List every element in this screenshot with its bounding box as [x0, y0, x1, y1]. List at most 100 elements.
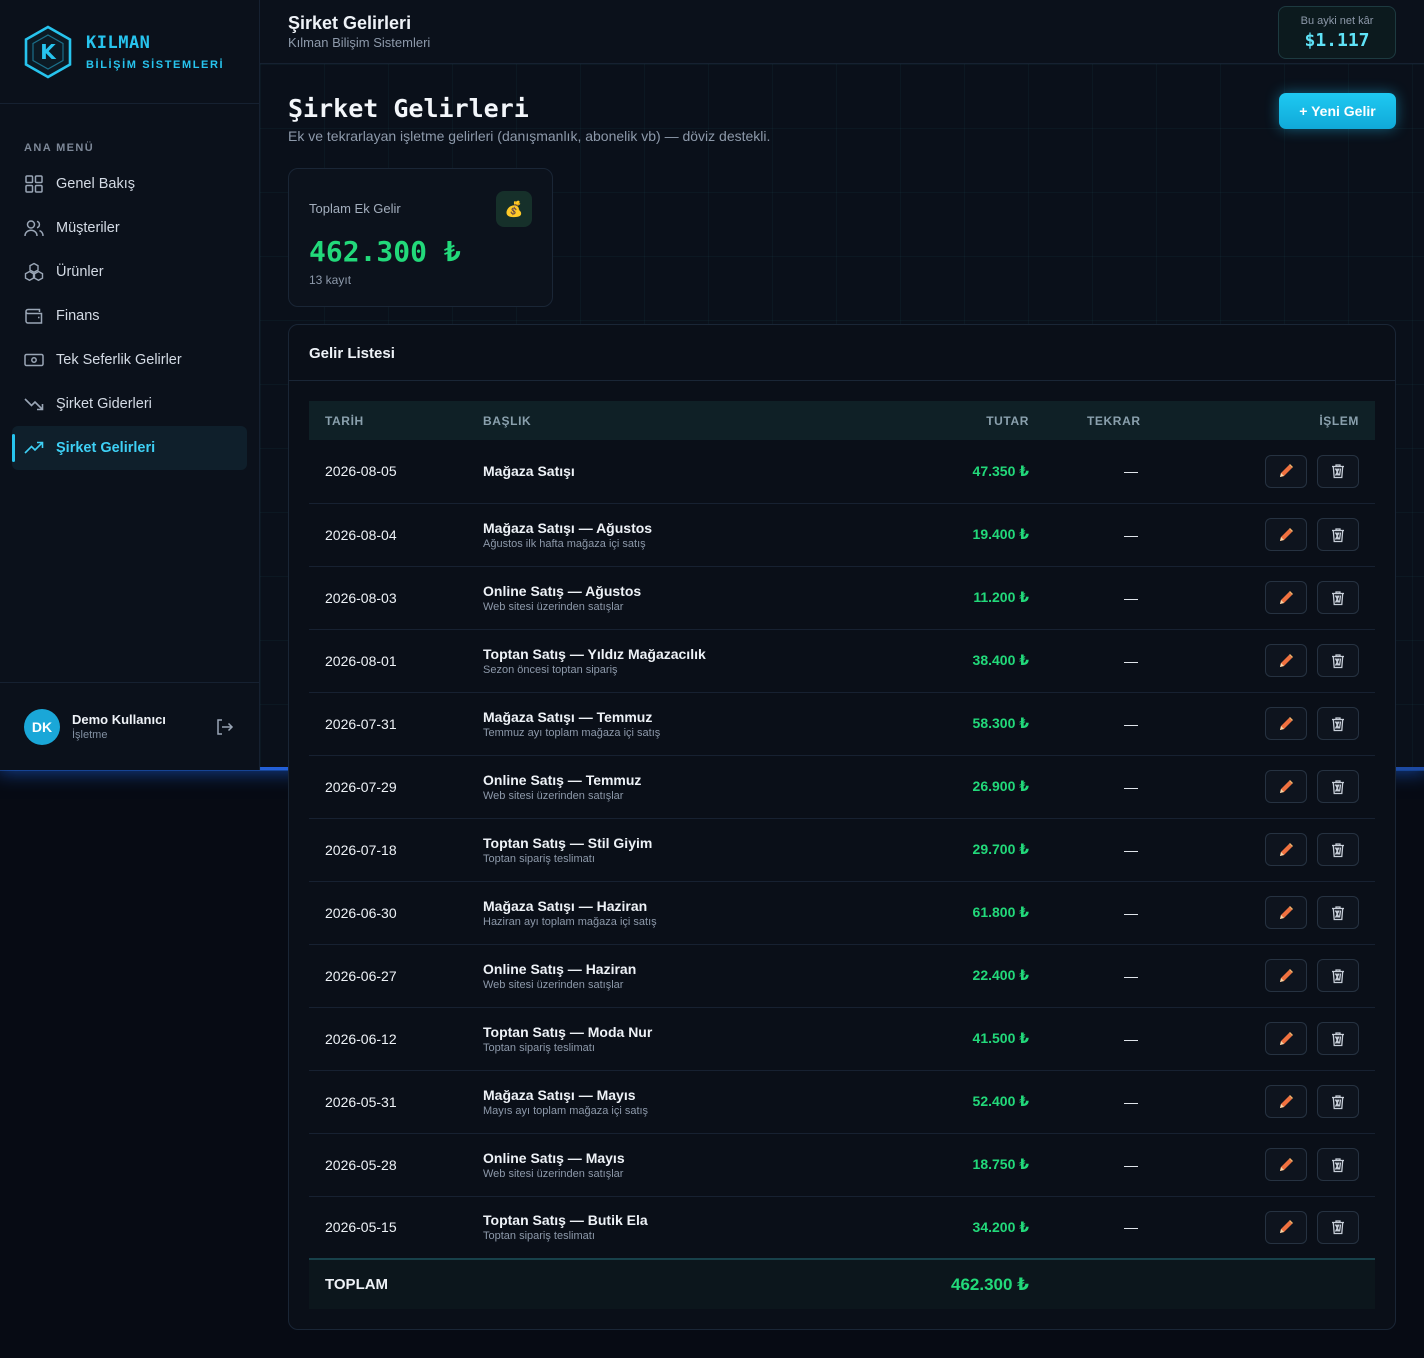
pencil-icon — [1280, 1031, 1294, 1045]
user-profile[interactable]: DK Demo Kullanıcı İşletme — [0, 682, 260, 770]
edit-button[interactable] — [1265, 896, 1308, 929]
sidebar-item-label: Finans — [56, 308, 100, 324]
income-title-cell: Mağaza Satışı — Temmuz Temmuz ayı toplam … — [483, 692, 903, 755]
income-repeat: — — [1124, 778, 1138, 795]
trash-icon — [1332, 779, 1344, 794]
income-amount: 29.700 ₺ — [972, 841, 1029, 857]
col-repeat[interactable]: TEKRAR — [1029, 401, 1195, 440]
profit-label: Bu ayki net kâr — [1300, 15, 1374, 27]
income-amount: 58.300 ₺ — [972, 715, 1029, 731]
trash-icon — [1332, 590, 1344, 605]
edit-button[interactable] — [1265, 959, 1308, 992]
income-repeat: — — [1124, 1093, 1138, 1110]
sidebar-item-sirket-giderleri[interactable]: Şirket Giderleri — [0, 382, 259, 426]
delete-button[interactable] — [1317, 644, 1359, 677]
col-amount[interactable]: TUTAR — [903, 401, 1029, 440]
pencil-icon — [1280, 716, 1294, 730]
sidebar-item-label: Şirket Giderleri — [56, 396, 152, 412]
income-amount: 26.900 ₺ — [972, 778, 1029, 794]
user-name: Demo Kullanıcı — [72, 712, 166, 727]
sidebar-item-musteriler[interactable]: Müşteriler — [0, 206, 259, 250]
edit-button[interactable] — [1265, 707, 1308, 740]
income-title: Online Satış — Temmuz — [483, 771, 642, 788]
income-description: Toptan sipariş teslimatı — [483, 1230, 595, 1243]
user-role: İşletme — [72, 729, 108, 741]
edit-button[interactable] — [1265, 518, 1308, 551]
delete-button[interactable] — [1317, 1085, 1359, 1118]
edit-button[interactable] — [1265, 1085, 1308, 1118]
income-amount: 34.200 ₺ — [972, 1218, 1029, 1235]
edit-button[interactable] — [1265, 833, 1308, 866]
trash-icon — [1332, 1157, 1344, 1172]
table-row: 2026-05-15 Toptan Satış — Butik Ela Topta… — [309, 1196, 1375, 1259]
pencil-icon — [1280, 464, 1294, 478]
edit-button[interactable] — [1265, 644, 1308, 677]
brand[interactable]: K KILMAN BİLİŞİM SİSTEMLERİ — [0, 0, 259, 104]
sidebar-item-genel-bakis[interactable]: Genel Bakış — [0, 162, 259, 206]
col-date[interactable]: TARİH — [309, 401, 483, 440]
money-bag-icon: 💰 — [496, 191, 532, 227]
stat-value: 462.300 ₺ — [309, 235, 461, 268]
pencil-icon — [1280, 842, 1294, 856]
col-title[interactable]: BAŞLIK — [483, 401, 903, 440]
income-date: 2026-08-03 — [325, 589, 397, 606]
delete-button[interactable] — [1317, 959, 1359, 992]
brand-subtitle: BİLİŞİM SİSTEMLERİ — [86, 58, 225, 71]
income-title-cell: Mağaza Satışı — Ağustos Ağustos ilk hafta… — [483, 503, 903, 566]
income-title-cell: Online Satış — Haziran Web sitesi üzerind… — [483, 944, 903, 1007]
edit-button[interactable] — [1265, 1148, 1308, 1181]
delete-button[interactable] — [1317, 1022, 1359, 1055]
row-actions — [1195, 566, 1375, 629]
delete-button[interactable] — [1317, 454, 1359, 488]
topbar: Şirket Gelirleri Kılman Bilişim Sistemle… — [260, 0, 1424, 64]
edit-button[interactable] — [1265, 581, 1308, 614]
table-row: 2026-08-01 Toptan Satış — Yıldız Mağazac… — [309, 629, 1375, 692]
delete-button[interactable] — [1317, 896, 1359, 929]
sidebar-item-sirket-gelirleri[interactable]: Şirket Gelirleri — [12, 426, 247, 470]
income-amount: 19.400 ₺ — [972, 526, 1029, 542]
delete-button[interactable] — [1317, 1148, 1359, 1181]
pencil-icon — [1280, 968, 1294, 982]
trash-icon — [1332, 653, 1344, 668]
edit-button[interactable] — [1265, 1210, 1308, 1244]
delete-button[interactable] — [1317, 770, 1359, 803]
edit-button[interactable] — [1265, 1022, 1308, 1055]
pencil-icon — [1280, 590, 1294, 604]
delete-button[interactable] — [1317, 1210, 1359, 1244]
table-row: 2026-06-27 Online Satış — Haziran Web sit… — [309, 944, 1375, 1007]
delete-button[interactable] — [1317, 518, 1359, 551]
income-title: Online Satış — Haziran — [483, 960, 637, 977]
income-description: Haziran ayı toplam mağaza içi satış — [483, 915, 657, 928]
income-title-cell: Online Satış — Mayıs Web sitesi üzerinden… — [483, 1133, 903, 1196]
income-title: Mağaza Satışı — Mayıs — [483, 1086, 636, 1103]
edit-button[interactable] — [1265, 454, 1308, 488]
sidebar-item-label: Genel Bakış — [56, 176, 135, 192]
monthly-profit-badge: Bu ayki net kâr $1.117 — [1278, 6, 1396, 59]
edit-button[interactable] — [1265, 770, 1308, 803]
income-amount: 22.400 ₺ — [972, 967, 1029, 983]
delete-button[interactable] — [1317, 707, 1359, 740]
row-actions — [1195, 944, 1375, 1007]
sidebar-item-urunler[interactable]: Ürünler — [0, 250, 259, 294]
trash-icon — [1332, 842, 1344, 857]
income-repeat: — — [1124, 841, 1138, 858]
income-title-cell: Mağaza Satışı — Haziran Haziran ayı topla… — [483, 881, 903, 944]
topbar-title: Şirket Gelirleri — [288, 13, 412, 33]
delete-button[interactable] — [1317, 833, 1359, 866]
list-title: Gelir Listesi — [289, 325, 1395, 381]
trash-icon — [1332, 1094, 1344, 1109]
pencil-icon — [1280, 1094, 1294, 1108]
logout-icon[interactable] — [214, 717, 234, 737]
sidebar-item-label: Müşteriler — [56, 220, 120, 236]
sidebar-item-finans[interactable]: Finans — [0, 294, 259, 338]
income-repeat: — — [1124, 1156, 1138, 1173]
income-amount: 61.800 ₺ — [972, 904, 1029, 920]
income-description: Ağustos ilk hafta mağaza içi satış — [483, 537, 646, 550]
income-description: Sezon öncesi toptan sipariş — [483, 663, 618, 676]
sidebar-item-tek-seferlik-gelirler[interactable]: Tek Seferlik Gelirler — [0, 338, 259, 382]
trending-down-icon — [24, 394, 44, 414]
new-income-button[interactable]: + Yeni Gelir — [1279, 93, 1396, 129]
delete-button[interactable] — [1317, 581, 1359, 614]
table-row: 2026-05-31 Mağaza Satışı — Mayıs Mayıs ay… — [309, 1070, 1375, 1133]
row-actions — [1195, 629, 1375, 692]
